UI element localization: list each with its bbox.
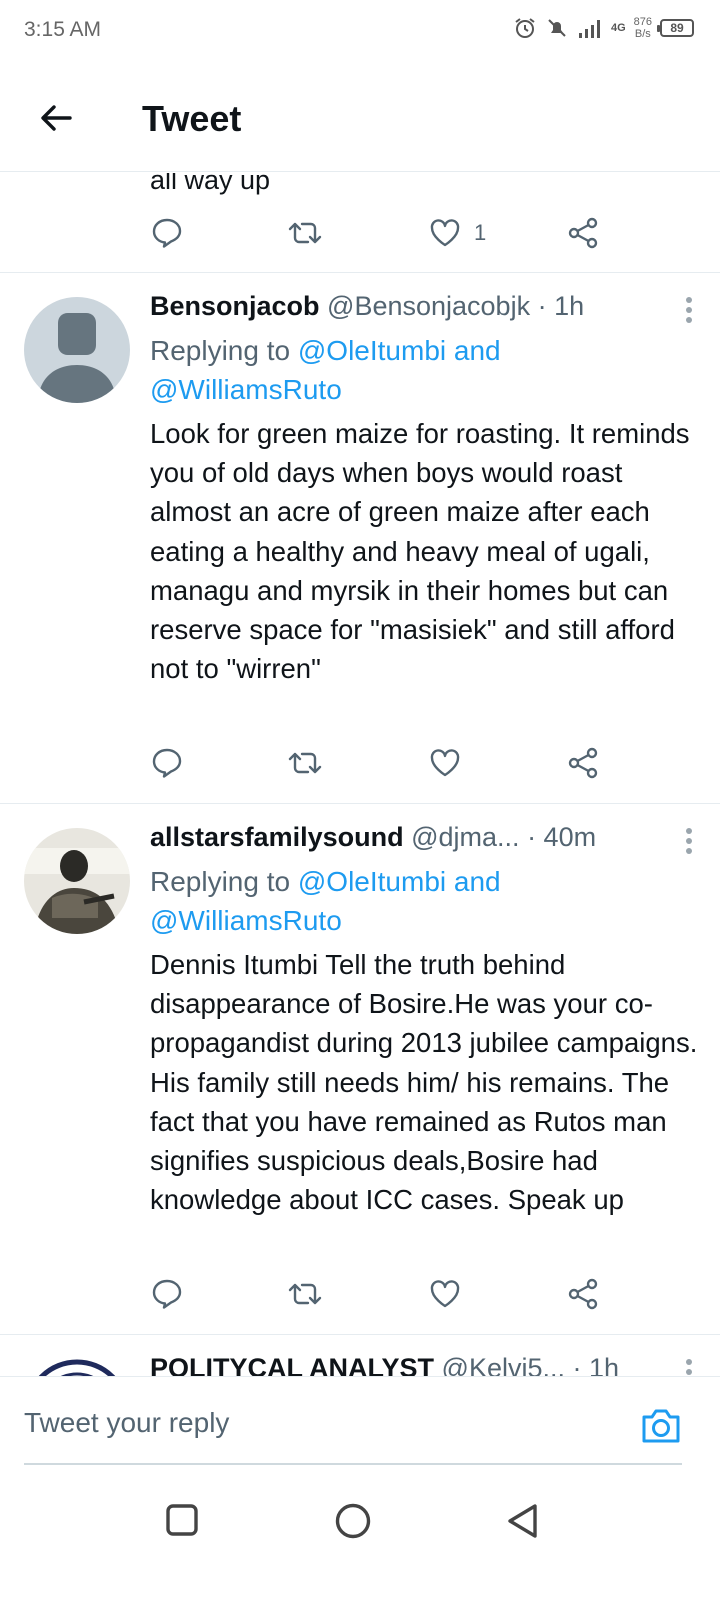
tweet-text: Look for green maize for roasting. It re… <box>150 418 690 685</box>
previous-tweet[interactable]: all way up 1 <box>0 173 720 273</box>
display-name[interactable]: POLITYCAL ANALYST <box>150 1353 434 1376</box>
user-handle[interactable]: @Kelvi5... <box>442 1353 565 1376</box>
tweet-header: Bensonjacob @Bensonjacobjk · 1h <box>150 291 698 331</box>
reply-underline <box>24 1463 682 1465</box>
mute-bell-icon <box>548 19 566 37</box>
retweet-button[interactable] <box>286 743 324 783</box>
tweet-time: · 1h <box>572 1353 620 1376</box>
share-icon <box>568 747 598 779</box>
reply-tweet[interactable]: Bensonjacob @Bensonjacobjk · 1h Replying… <box>0 273 720 804</box>
reply-input[interactable]: Tweet your reply <box>24 1407 229 1439</box>
more-vertical-icon <box>686 1359 692 1375</box>
tweet-actions <box>150 743 610 783</box>
like-button[interactable] <box>428 1274 462 1314</box>
display-name[interactable]: Bensonjacob <box>150 291 320 321</box>
alarm-icon <box>515 18 535 38</box>
mention-link[interactable]: @OleItumbi and <box>298 866 501 897</box>
tweet-header: POLITYCAL ANALYST @Kelvi5... · 1h <box>150 1353 698 1376</box>
more-options-button[interactable] <box>684 826 694 861</box>
tweet-text: all way up <box>150 173 271 195</box>
back-button[interactable] <box>34 96 78 140</box>
reply-button[interactable] <box>150 213 184 253</box>
comment-icon <box>152 748 182 778</box>
network-type: 4G <box>610 22 626 34</box>
camera-button[interactable] <box>640 1407 682 1450</box>
share-icon <box>568 1278 598 1310</box>
seal-avatar-icon <box>24 1359 130 1376</box>
reply-composer: Tweet your reply <box>0 1376 720 1466</box>
share-button[interactable] <box>566 213 600 253</box>
like-button[interactable]: 1 <box>428 213 486 253</box>
more-vertical-icon <box>686 297 692 323</box>
more-options-button[interactable] <box>684 1357 694 1376</box>
display-name[interactable]: allstarsfamilysound <box>150 822 404 852</box>
heart-icon <box>430 749 460 777</box>
status-time: 3:15 AM <box>24 18 102 41</box>
network-speed: 876 B/s <box>633 16 652 40</box>
share-button[interactable] <box>566 743 600 783</box>
share-button[interactable] <box>566 1274 600 1314</box>
avatar[interactable] <box>24 828 130 934</box>
replying-to: Replying to @OleItumbi and @WilliamsRuto <box>150 866 501 936</box>
profile-photo-icon <box>24 828 130 934</box>
circle-icon <box>335 1503 371 1539</box>
tweet-actions <box>150 1274 610 1314</box>
mention-link[interactable]: @WilliamsRuto <box>150 905 342 936</box>
system-nav-bar <box>0 1466 720 1600</box>
status-icons: 4G 876 B/s 89 <box>513 16 694 40</box>
tweet-header: allstarsfamilysound @djma... · 40m <box>150 822 698 862</box>
heart-icon <box>430 1280 460 1308</box>
retweet-icon <box>288 752 322 774</box>
square-icon <box>166 1504 198 1536</box>
retweet-button[interactable] <box>286 213 324 253</box>
like-button[interactable] <box>428 743 462 783</box>
status-bar: 3:15 AM 4G 876 B/s 89 <box>0 0 720 62</box>
heart-icon <box>430 219 460 247</box>
more-options-button[interactable] <box>684 295 694 330</box>
retweet-button[interactable] <box>286 1274 324 1314</box>
arrow-left-icon <box>41 105 72 131</box>
home-button[interactable] <box>334 1502 372 1545</box>
like-count: 1 <box>474 220 487 245</box>
battery-icon: 89 <box>657 19 694 37</box>
header: Tweet <box>0 62 720 172</box>
reply-button[interactable] <box>150 1274 184 1314</box>
user-handle[interactable]: @djma... <box>411 822 519 852</box>
page-title: Tweet <box>142 98 242 139</box>
triangle-back-icon <box>508 1504 537 1538</box>
camera-icon <box>642 1409 680 1443</box>
retweet-icon <box>288 1283 322 1305</box>
user-handle[interactable]: @Bensonjacobjk <box>327 291 530 321</box>
comment-icon <box>152 218 182 248</box>
avatar[interactable] <box>24 1359 130 1376</box>
signal-icon <box>578 20 600 38</box>
tweet-text: Dennis Itumbi Tell the truth behind disa… <box>150 949 698 1216</box>
more-vertical-icon <box>686 828 692 854</box>
tweet-time: · 1h <box>537 291 585 321</box>
mention-link[interactable]: @OleItumbi and <box>298 335 501 366</box>
mention-link[interactable]: @WilliamsRuto <box>150 374 342 405</box>
recent-apps-button[interactable] <box>164 1502 200 1543</box>
replying-to: Replying to @OleItumbi and @WilliamsRuto <box>150 335 501 405</box>
comment-icon <box>152 1279 182 1309</box>
retweet-icon <box>288 222 322 244</box>
reply-button[interactable] <box>150 743 184 783</box>
share-icon <box>568 217 598 249</box>
avatar[interactable] <box>24 297 130 403</box>
reply-feed[interactable]: all way up 1 Bensonjacob @Bensonjacobjk <box>0 173 720 1376</box>
back-nav-button[interactable] <box>504 1502 540 1545</box>
default-avatar-icon <box>24 297 130 403</box>
reply-tweet[interactable]: POLITYCAL ANALYST @Kelvi5... · 1h <box>0 1335 720 1376</box>
reply-tweet[interactable]: allstarsfamilysound @djma... · 40m Reply… <box>0 804 720 1335</box>
tweet-time: · 40m <box>527 822 597 852</box>
tweet-actions: 1 <box>150 213 610 253</box>
